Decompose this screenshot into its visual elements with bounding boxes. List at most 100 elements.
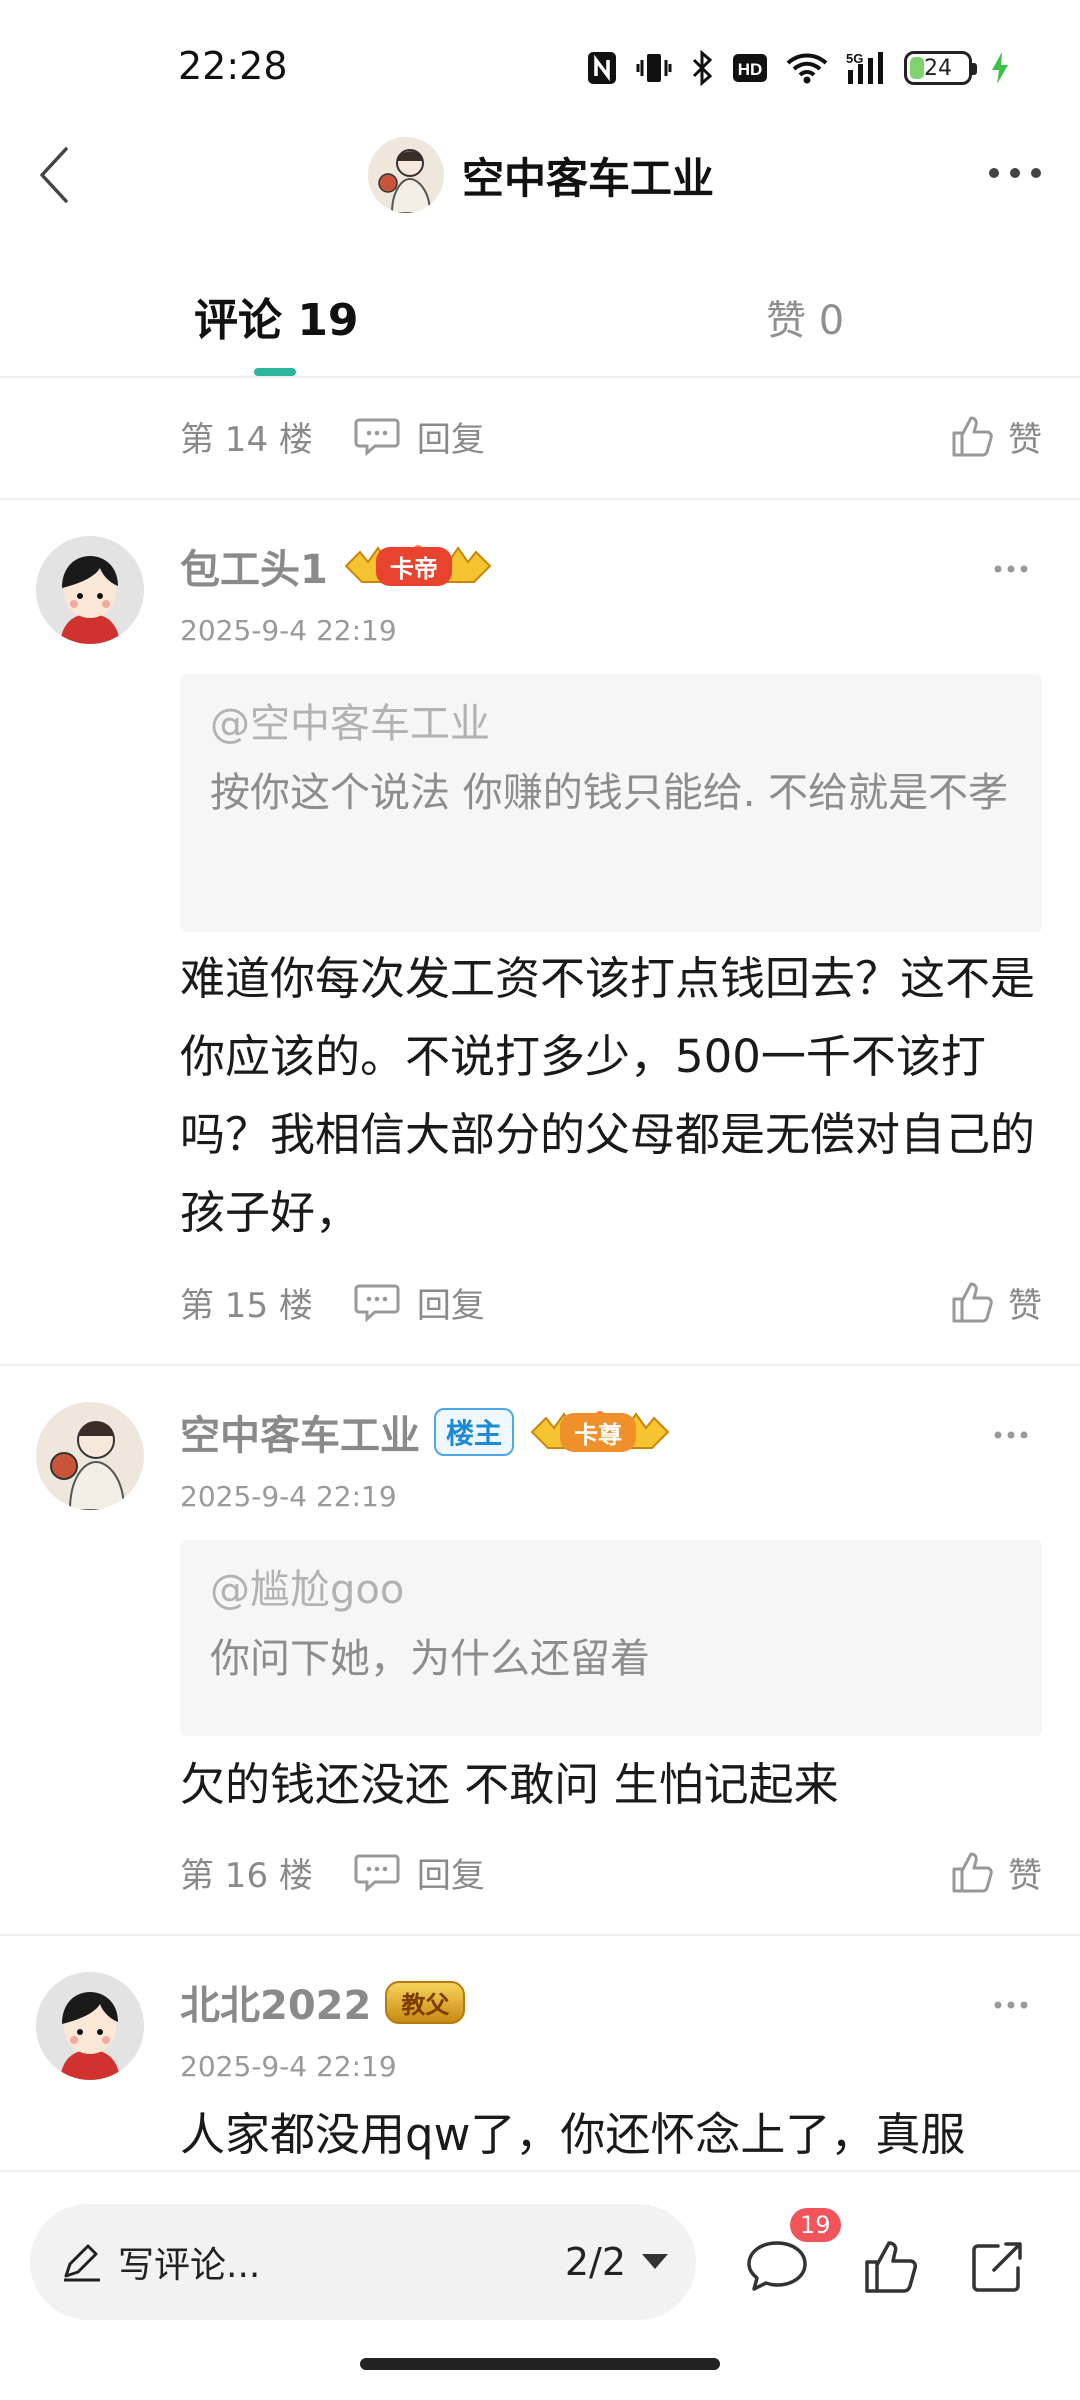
share-button[interactable] xyxy=(962,2232,1032,2302)
divider xyxy=(0,498,1080,500)
quoted-text: 按你这个说法 你赚的钱只能给. 不给就是不孝 xyxy=(210,770,1009,816)
back-button[interactable] xyxy=(24,140,84,210)
thread-owner[interactable]: 空中客车工业 xyxy=(368,136,714,214)
status-bar: 22:28 HD 5G 24 xyxy=(0,0,1080,120)
reply-icon xyxy=(354,1854,400,1892)
reply-button[interactable]: 回复 xyxy=(353,1848,485,1897)
more-dots-icon xyxy=(994,565,1028,573)
rank-badge: 卡尊 xyxy=(528,1408,670,1456)
comment-count-badge: 19 xyxy=(790,2208,841,2242)
signal-5g-icon: 5G xyxy=(846,50,886,86)
floor-label: 第 16 楼 xyxy=(180,1855,313,1896)
more-dots-icon xyxy=(994,2001,1028,2009)
comment-footer: 第 16 楼 回复 赞 xyxy=(180,1842,1042,1902)
pencil-icon xyxy=(64,2244,100,2282)
thumbs-up-icon xyxy=(952,1282,993,1323)
op-badge: 楼主 xyxy=(434,1408,515,1456)
reply-button[interactable]: 回复 xyxy=(353,412,485,461)
battery-level: 24 xyxy=(924,55,952,81)
like-label: 赞 xyxy=(1008,1855,1042,1896)
more-dots-icon xyxy=(989,168,1041,178)
tab-comments[interactable]: 评论 19 xyxy=(194,284,359,348)
wifi-icon xyxy=(786,50,828,86)
username[interactable]: 北北2022 xyxy=(180,1973,371,2031)
timestamp: 2025-9-4 22:19 xyxy=(180,2050,397,2083)
caret-down-icon[interactable] xyxy=(642,2254,668,2269)
comment-input-placeholder: 写评论... xyxy=(118,2245,261,2286)
comments-button[interactable] xyxy=(742,2232,812,2302)
quoted-text: 你问下她，为什么还留着 xyxy=(210,1636,650,1682)
like-button[interactable]: 赞 xyxy=(950,1278,1042,1327)
page-title: 空中客车工业 xyxy=(462,153,715,203)
more-dots-icon xyxy=(994,1431,1028,1439)
divider xyxy=(0,1934,1080,1936)
comment-more-button[interactable] xyxy=(986,1420,1036,1450)
top-nav: 空中客车工业 xyxy=(0,120,1080,230)
reply-button[interactable]: 回复 xyxy=(353,1278,485,1327)
floor-label: 第 14 楼 xyxy=(180,419,313,460)
username[interactable]: 空中客车工业 xyxy=(180,1403,420,1461)
nfc-icon xyxy=(586,50,618,86)
comment-text: 欠的钱还没还 不敢问 生怕记起来 xyxy=(180,1758,839,1811)
quoted-comment[interactable]: @空中客车工业 按你这个说法 你赚的钱只能给. 不给就是不孝 xyxy=(180,674,1042,932)
tab-bar: 评论 19 赞 0 xyxy=(0,270,1080,378)
page-indicator[interactable]: 2/2 xyxy=(565,2240,626,2284)
rank-label: 卡尊 xyxy=(560,1412,637,1452)
reply-icon xyxy=(354,418,400,456)
avatar[interactable] xyxy=(368,137,444,213)
reply-label: 回复 xyxy=(416,1285,485,1326)
status-time: 22:28 xyxy=(178,44,288,88)
floor-label: 第 15 楼 xyxy=(180,1285,313,1326)
thumbs-up-icon xyxy=(952,1852,993,1893)
comment-bubble-icon xyxy=(747,2241,807,2291)
like-label: 赞 xyxy=(1008,419,1042,460)
quoted-user: @空中客车工业 xyxy=(210,701,490,747)
reply-label: 回复 xyxy=(416,419,485,460)
battery-icon: 24 xyxy=(904,50,977,86)
quoted-user: @尴尬goo xyxy=(210,1567,405,1613)
timestamp: 2025-9-4 22:19 xyxy=(180,614,397,647)
avatar[interactable] xyxy=(36,1402,144,1510)
comment-text: 人家都没用qw了，你还怀念上了，真服 xyxy=(180,2108,966,2161)
comment-list[interactable]: 第 14 楼 回复 赞 包工头1 卡帝 2025-9-4 22:19 @空中客车… xyxy=(0,380,1080,2170)
vibrate-icon xyxy=(636,50,672,86)
comment-more-button[interactable] xyxy=(986,1990,1036,2020)
comment-footer: 第 15 楼 回复 赞 xyxy=(180,1272,1042,1332)
tab-likes[interactable]: 赞 0 xyxy=(766,288,844,346)
rank-label: 卡帝 xyxy=(375,546,452,586)
comment-footer: 第 14 楼 回复 赞 xyxy=(180,406,1042,466)
share-icon xyxy=(972,2242,1022,2292)
like-post-button[interactable] xyxy=(856,2232,926,2302)
rank-badge: 教父 xyxy=(385,1978,466,2026)
avatar[interactable] xyxy=(36,536,144,644)
reply-label: 回复 xyxy=(416,1855,485,1896)
reply-icon xyxy=(354,1284,400,1322)
like-button[interactable]: 赞 xyxy=(950,412,1042,461)
rank-badge: 卡帝 xyxy=(342,542,492,590)
svg-text:5G: 5G xyxy=(846,51,863,66)
comment-author-row: 空中客车工业 楼主 卡尊 xyxy=(180,1402,670,1462)
charging-icon xyxy=(990,50,1010,86)
like-button[interactable]: 赞 xyxy=(950,1848,1042,1897)
quoted-comment[interactable]: @尴尬goo 你问下她，为什么还留着 xyxy=(180,1540,1042,1736)
more-button[interactable] xyxy=(980,148,1050,198)
chevron-left-icon xyxy=(40,147,68,203)
comment-text: 难道你每次发工资不该打点钱回去？这不是你应该的。不说打多少，500一千不该打吗？… xyxy=(180,952,1036,1239)
comment-author-row: 包工头1 卡帝 xyxy=(180,536,492,596)
hd-icon: HD xyxy=(732,50,768,86)
divider xyxy=(0,1364,1080,1366)
comment-author-row: 北北2022 教父 xyxy=(180,1972,466,2032)
username[interactable]: 包工头1 xyxy=(180,537,328,595)
thumbs-up-icon xyxy=(865,2241,917,2293)
comment-input[interactable]: 写评论... 2/2 xyxy=(30,2204,696,2320)
like-label: 赞 xyxy=(1008,1285,1042,1326)
thumbs-up-icon xyxy=(952,416,993,457)
rank-label: 教父 xyxy=(385,1980,466,2024)
bluetooth-icon xyxy=(690,50,714,86)
status-icons: HD 5G 24 xyxy=(586,48,1010,88)
home-indicator[interactable] xyxy=(360,2358,720,2370)
timestamp: 2025-9-4 22:19 xyxy=(180,1480,397,1513)
svg-text:HD: HD xyxy=(738,60,763,79)
avatar[interactable] xyxy=(36,1972,144,2080)
comment-more-button[interactable] xyxy=(986,554,1036,584)
